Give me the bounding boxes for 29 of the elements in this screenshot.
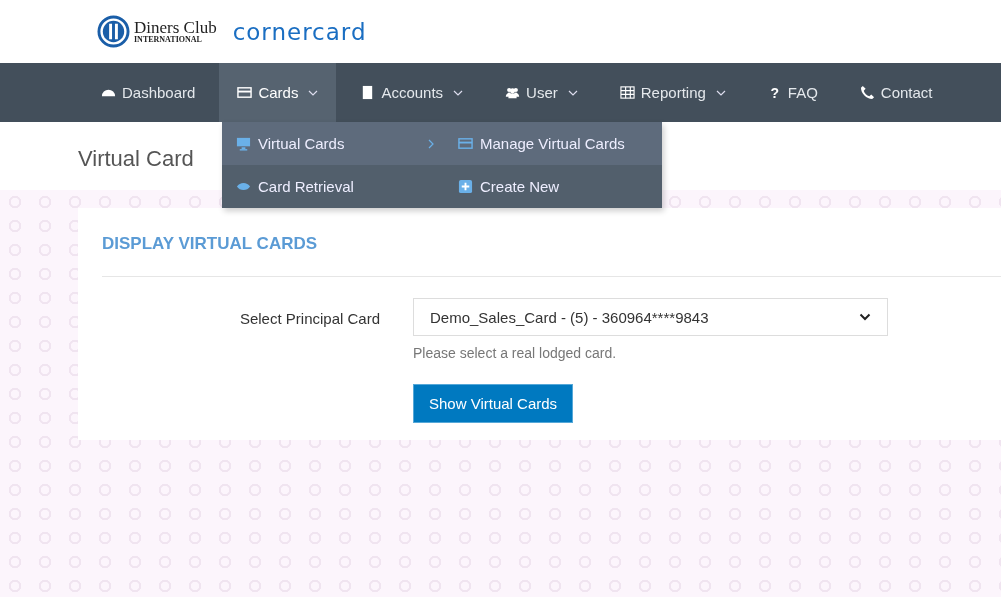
phone-icon — [859, 85, 875, 100]
help-text: Please select a real lodged card. — [413, 345, 617, 361]
show-virtual-cards-button[interactable]: Show Virtual Cards — [413, 384, 574, 423]
diners-logo-icon — [97, 15, 130, 48]
menu-item[interactable]: Manage Virtual Cards — [450, 122, 662, 165]
menu-item[interactable]: Virtual Cards — [222, 122, 450, 165]
logo-text: Diners Club — [134, 19, 217, 36]
users-icon — [505, 85, 521, 100]
nav-tab[interactable]: ? FAQ — [749, 63, 836, 122]
nav-tab[interactable]: Dashboard — [83, 63, 214, 122]
monitor-icon — [236, 136, 251, 151]
panel-heading: DISPLAY VIRTUAL CARDS — [102, 234, 318, 254]
menu-item[interactable]: Create New — [450, 165, 662, 208]
plus-icon — [458, 179, 473, 194]
page-title: Virtual Card — [78, 146, 194, 171]
logo-subtext: INTERNATIONAL — [134, 36, 203, 44]
nav-tab[interactable]: Contact — [841, 63, 951, 122]
nav-tab[interactable]: Accounts — [342, 63, 482, 122]
field-label: Select Principal Card — [238, 309, 380, 329]
nav-tab[interactable]: User — [487, 63, 596, 122]
card-select[interactable]: Demo_Sales_Card - (5) - 360964****9843 — [413, 298, 888, 336]
logo-text: cornercard — [232, 18, 367, 45]
nav-tab[interactable]: Reporting — [601, 63, 744, 122]
table-icon — [619, 85, 635, 100]
menu-item[interactable]: Card Retrieval — [222, 165, 450, 208]
card-icon — [237, 85, 253, 100]
chevron-down-icon — [859, 313, 871, 321]
nav-tab[interactable]: Cards — [219, 63, 337, 122]
card-icon — [458, 136, 473, 151]
